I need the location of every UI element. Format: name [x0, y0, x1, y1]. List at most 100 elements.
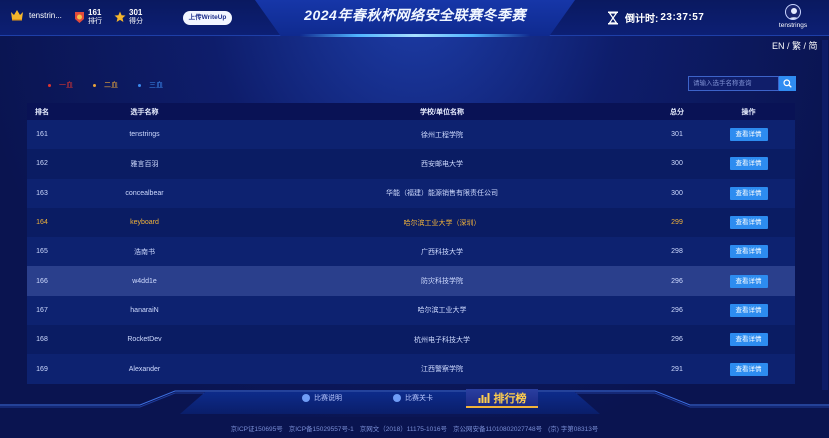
view-details-button[interactable]: 查看详情 — [729, 216, 768, 230]
score-value: 301 — [129, 8, 143, 17]
rank-medal-icon — [75, 11, 84, 23]
row-name: 雅言百羽 — [130, 160, 159, 168]
view-details-button[interactable]: 查看详情 — [729, 362, 768, 376]
page-scrollbar[interactable] — [822, 40, 828, 390]
nav-rules-label: 比赛说明 — [314, 395, 342, 402]
footer-police-record[interactable]: 京公网安备11010802027748号 — [453, 423, 542, 433]
row-school: 哈尔滨工业大学 — [417, 307, 467, 315]
row-name: w4dd1e — [132, 277, 157, 285]
view-details-button[interactable]: 查看详情 — [729, 128, 768, 142]
view-details-button[interactable]: 查看详情 — [729, 333, 768, 347]
user-profile-summary[interactable]: tenstrin... — [10, 9, 62, 21]
row-name: 浩南书 — [134, 248, 155, 256]
footer-edu-license[interactable]: (京) 字第08313号 — [548, 423, 598, 433]
row-rank: 169 — [36, 365, 48, 373]
legend-label: 三血 — [149, 82, 163, 89]
avatar — [785, 4, 801, 20]
nav-levels[interactable]: 比赛关卡 — [393, 393, 433, 403]
row-score: 298 — [671, 248, 683, 256]
score-label: 得分 — [129, 18, 143, 25]
table-row: 161 tenstrings 徐州工程学院 301 查看详情 — [27, 120, 795, 150]
row-school: 江西警察学院 — [421, 366, 463, 374]
avatar-name: tenstrings — [778, 22, 808, 29]
header-name: 选手名称 — [130, 108, 159, 116]
table-row: 163 concealbear 华能（福建）能源销售有限责任公司 300 查看详… — [27, 178, 795, 208]
row-rank: 164 — [36, 219, 48, 227]
leaderboard-table: 排名 选手名称 学校/单位名称 总分 操作 161 tenstrings 徐州工… — [27, 103, 795, 384]
legend-dot — [93, 83, 96, 87]
footer-icp-license[interactable]: 京ICP证150695号 — [231, 423, 283, 433]
row-rank: 166 — [36, 277, 48, 285]
table-row: 169 Alexander 江西警察学院 291 查看详情 — [27, 354, 795, 384]
row-name: Alexander — [128, 365, 161, 373]
row-score: 299 — [671, 219, 683, 227]
legend-dot — [138, 83, 141, 87]
row-score: 296 — [671, 336, 683, 344]
upload-writeup-button[interactable]: 上传WriteUp — [183, 11, 232, 25]
row-rank: 163 — [36, 189, 48, 197]
username: tenstrin... — [29, 10, 62, 20]
legend-label: 一血 — [59, 82, 73, 89]
view-details-button[interactable]: 查看详情 — [729, 186, 768, 200]
row-school: 华能（福建）能源销售有限责任公司 — [386, 190, 498, 198]
table-row: 167 hanaraiN 哈尔滨工业大学 296 查看详情 — [27, 295, 795, 326]
nav-leaderboard-active[interactable]: 排行榜 — [466, 389, 538, 408]
legend-dot — [48, 83, 51, 87]
hourglass-icon — [608, 11, 618, 24]
footer-icp-record[interactable]: 京ICP备15029557号-1 — [289, 423, 354, 433]
row-school: 防灾科技学院 — [421, 278, 463, 286]
row-name: tenstrings — [129, 131, 160, 139]
score-stat: 301 得分 — [114, 8, 143, 26]
table-row: 162 雅言百羽 西安邮电大学 300 查看详情 — [27, 149, 795, 179]
search-input[interactable] — [688, 76, 779, 91]
rank-label: 排行 — [88, 18, 102, 25]
header-school: 学校/单位名称 — [420, 108, 464, 116]
header-glow-line — [300, 34, 530, 37]
user-avatar-menu[interactable]: tenstrings — [773, 4, 813, 29]
nav-leaderboard-label: 排行榜 — [493, 392, 527, 405]
location-icon — [393, 394, 401, 402]
countdown-value: 23:37:57 — [660, 12, 705, 23]
countdown-label: 倒计时: — [625, 14, 659, 25]
row-school: 广西科技大学 — [421, 248, 463, 256]
blood-legend: 一血 二血 三血 — [48, 80, 183, 90]
footer: 京ICP证150695号 京ICP备15029557号-1 京网文（2018）1… — [0, 417, 829, 438]
row-school: 哈尔滨工业大学（深圳） — [403, 219, 481, 227]
table-row: 168 RocketDev 杭州电子科技大学 296 查看详情 — [27, 325, 795, 355]
header-operation: 操作 — [741, 108, 756, 116]
search-button[interactable] — [779, 76, 796, 91]
rank-value: 161 — [88, 8, 102, 17]
table-row-hovered: 166 w4dd1e 防灾科技学院 296 查看详情 — [27, 266, 795, 296]
row-name: hanaraiN — [130, 306, 159, 314]
nav-rules[interactable]: 比赛说明 — [302, 393, 342, 403]
language-switch[interactable]: EN / 繁 / 简 — [772, 39, 818, 52]
legend-label: 二血 — [104, 82, 118, 89]
info-icon — [302, 394, 310, 402]
table-header: 排名 选手名称 学校/单位名称 总分 操作 — [27, 103, 795, 120]
legend-first-blood: 一血 — [48, 80, 73, 90]
bar-chart-icon — [478, 392, 489, 403]
row-rank: 162 — [36, 160, 48, 168]
row-name: keyboard — [130, 219, 159, 227]
row-rank: 167 — [36, 306, 48, 314]
view-details-button[interactable]: 查看详情 — [729, 274, 768, 288]
row-score: 300 — [671, 189, 683, 197]
row-score: 291 — [671, 365, 683, 373]
user-silhouette-icon — [788, 8, 800, 19]
rank-stat: 161 排行 — [74, 8, 102, 26]
header-score: 总分 — [670, 108, 684, 116]
view-details-button[interactable]: 查看详情 — [729, 245, 768, 259]
row-name: concealbear — [125, 189, 164, 197]
table-row: 165 浩南书 广西科技大学 298 查看详情 — [27, 237, 795, 267]
search-box — [688, 76, 796, 91]
table-row-current-user: 164 keyboard 哈尔滨工业大学（深圳） 299 查看详情 — [27, 207, 795, 238]
footer-culture-license[interactable]: 京网文（2018）11175-1016号 — [360, 423, 447, 433]
row-score: 296 — [671, 277, 683, 285]
star-icon — [114, 11, 126, 22]
search-icon — [783, 79, 792, 88]
view-details-button[interactable]: 查看详情 — [729, 303, 768, 317]
legend-third-blood: 三血 — [138, 80, 163, 90]
nav-levels-label: 比赛关卡 — [405, 395, 433, 402]
row-score: 300 — [671, 160, 683, 168]
view-details-button[interactable]: 查看详情 — [729, 157, 768, 171]
